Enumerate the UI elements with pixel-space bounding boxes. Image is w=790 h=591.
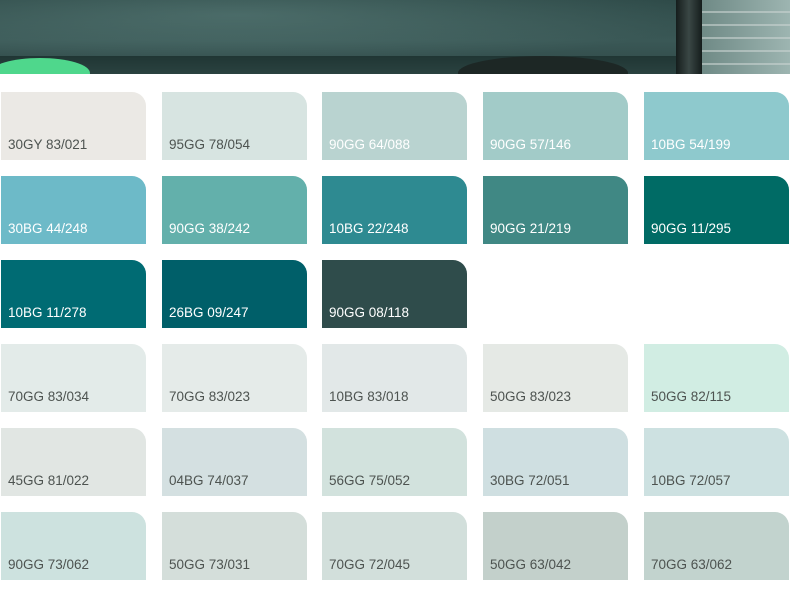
door-frame-shape — [676, 0, 702, 74]
brick-wall-shape — [702, 0, 790, 74]
color-swatch[interactable]: 70GG 63/062 — [644, 512, 789, 580]
color-swatch[interactable]: 56GG 75/052 — [322, 428, 467, 496]
color-swatch[interactable]: 90GG 08/118 — [322, 260, 467, 328]
room-scene-image — [0, 0, 790, 74]
swatch-code-label: 50GG 82/115 — [651, 389, 732, 404]
color-swatch[interactable]: 90GG 38/242 — [162, 176, 307, 244]
swatch-code-label: 90GG 57/146 — [490, 137, 572, 152]
swatch-code-label: 30BG 72/051 — [490, 473, 570, 488]
color-swatch[interactable]: 95GG 78/054 — [162, 92, 307, 160]
shelf-ledge — [0, 56, 790, 74]
color-swatch[interactable]: 30GY 83/021 — [1, 92, 146, 160]
swatch-code-label: 50GG 73/031 — [169, 557, 251, 572]
swatch-code-label: 30GY 83/021 — [8, 137, 88, 152]
color-swatch[interactable]: 90GG 21/219 — [483, 176, 628, 244]
color-swatch[interactable]: 90GG 73/062 — [1, 512, 146, 580]
color-swatch[interactable]: 10BG 54/199 — [644, 92, 789, 160]
swatch-code-label: 26BG 09/247 — [169, 305, 249, 320]
swatch-code-label: 10BG 22/248 — [329, 221, 409, 236]
swatch-row: 70GG 83/034 70GG 83/023 10BG 83/018 50GG 83… — [0, 344, 790, 412]
swatch-code-label: 90GG 73/062 — [8, 557, 90, 572]
color-swatch[interactable]: 10BG 22/248 — [322, 176, 467, 244]
swatch-code-label: 70GG 72/045 — [329, 557, 411, 572]
color-swatch[interactable]: 70GG 83/023 — [162, 344, 307, 412]
color-swatch[interactable]: 10BG 11/278 — [1, 260, 146, 328]
swatch-code-label: 30BG 44/248 — [8, 221, 88, 236]
swatch-code-label: 10BG 54/199 — [651, 137, 731, 152]
swatch-code-label: 10BG 83/018 — [329, 389, 409, 404]
swatch-code-label: 45GG 81/022 — [8, 473, 90, 488]
color-swatch[interactable]: 30BG 44/248 — [1, 176, 146, 244]
swatch-code-label: 70GG 63/062 — [651, 557, 733, 572]
color-swatch[interactable]: 50GG 73/031 — [162, 512, 307, 580]
color-swatch[interactable]: 30BG 72/051 — [483, 428, 628, 496]
color-swatch[interactable]: 70GG 83/034 — [1, 344, 146, 412]
swatch-code-label: 90GG 08/118 — [329, 305, 410, 320]
swatch-row: 10BG 11/278 26BG 09/247 90GG 08/118 — [0, 260, 790, 328]
swatch-code-label: 70GG 83/023 — [169, 389, 251, 404]
swatch-code-label: 90GG 64/088 — [329, 137, 411, 152]
swatch-code-label: 90GG 21/219 — [490, 221, 572, 236]
swatch-code-label: 56GG 75/052 — [329, 473, 411, 488]
color-swatch[interactable]: 70GG 72/045 — [322, 512, 467, 580]
swatch-code-label: 10BG 11/278 — [8, 305, 87, 320]
swatch-code-label: 50GG 63/042 — [490, 557, 572, 572]
swatch-row: 30BG 44/248 90GG 38/242 10BG 22/248 90GG 21… — [0, 176, 790, 244]
swatch-row: 45GG 81/022 04BG 74/037 56GG 75/052 30BG 72… — [0, 428, 790, 496]
swatch-code-label: 95GG 78/054 — [169, 137, 251, 152]
swatch-code-label: 50GG 83/023 — [490, 389, 572, 404]
color-swatch[interactable]: 50GG 83/023 — [483, 344, 628, 412]
color-swatch[interactable]: 50GG 63/042 — [483, 512, 628, 580]
swatch-row: 90GG 73/062 50GG 73/031 70GG 72/045 50GG 63… — [0, 512, 790, 580]
color-swatch[interactable]: 10BG 83/018 — [322, 344, 467, 412]
color-swatch[interactable]: 45GG 81/022 — [1, 428, 146, 496]
color-swatch[interactable]: 04BG 74/037 — [162, 428, 307, 496]
color-swatch[interactable]: 26BG 09/247 — [162, 260, 307, 328]
color-swatch[interactable]: 90GG 64/088 — [322, 92, 467, 160]
color-swatch[interactable]: 10BG 72/057 — [644, 428, 789, 496]
swatch-code-label: 70GG 83/034 — [8, 389, 90, 404]
swatch-code-label: 90GG 11/295 — [651, 221, 732, 236]
swatch-code-label: 04BG 74/037 — [169, 473, 249, 488]
color-swatch[interactable]: 90GG 57/146 — [483, 92, 628, 160]
swatch-code-label: 90GG 38/242 — [169, 221, 251, 236]
swatch-code-label: 10BG 72/057 — [651, 473, 731, 488]
color-swatch[interactable]: 50GG 82/115 — [644, 344, 789, 412]
swatch-row: 30GY 83/021 95GG 78/054 90GG 64/088 90GG 57… — [0, 92, 790, 160]
color-swatch[interactable]: 90GG 11/295 — [644, 176, 789, 244]
